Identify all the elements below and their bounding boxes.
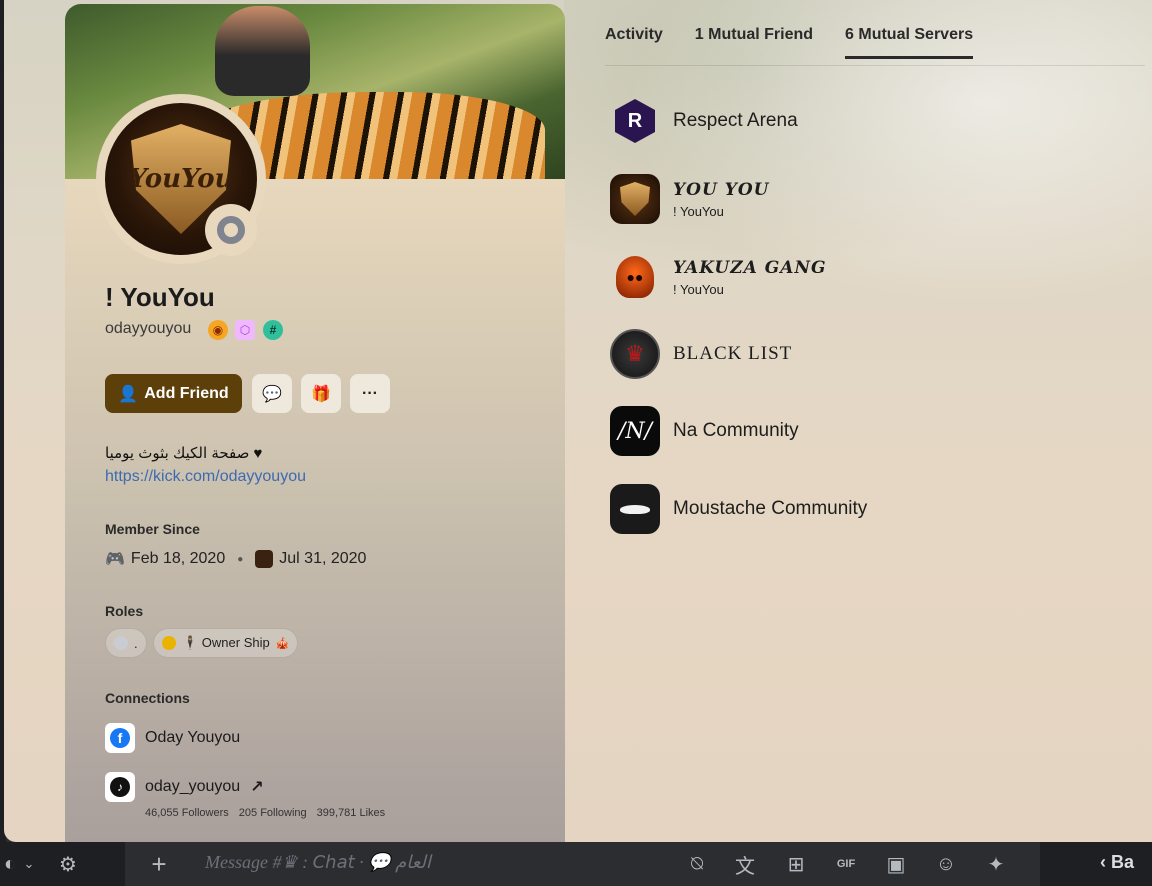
member-since-title: Member Since (105, 521, 200, 537)
server-name: Moustache Community (673, 498, 868, 519)
roles-title: Roles (105, 603, 144, 619)
connection-tiktok[interactable]: ♪ oday_youyou ↗ (105, 772, 264, 802)
profile-card: YouYou ! YouYou odayyouyou ◉ ⬡ # 👤 Add F… (65, 4, 565, 842)
separator-dot: ● (237, 553, 244, 565)
role-color-dot (162, 636, 176, 650)
server-name: YOU YOU (673, 179, 770, 200)
tab-mutual-friends[interactable]: 1 Mutual Friend (695, 26, 813, 58)
bio-link[interactable]: https://kick.com/odayyouyou (105, 468, 306, 486)
connections-title: Connections (105, 690, 190, 706)
offline-status-icon (217, 216, 245, 244)
chat-bubble-icon: 💬 (262, 385, 282, 403)
na-community-icon: /N/ (610, 406, 660, 456)
tab-activity[interactable]: Activity (605, 26, 663, 58)
message-input[interactable]: Message #♛ : 𝘊𝘩𝘢𝘵 · 💬 العام (205, 852, 431, 873)
moustache-icon (610, 484, 660, 534)
username[interactable]: odayyouyou (105, 320, 191, 338)
add-user-icon: 👤 (118, 385, 139, 403)
add-friend-button[interactable]: 👤 Add Friend (105, 374, 242, 413)
tiktok-stats: 46,055 Followers 205 Following 399,781 L… (145, 807, 385, 819)
tiktok-icon: ♪ (105, 772, 135, 802)
status-indicator (205, 204, 257, 256)
server-name: Na Community (673, 420, 799, 441)
bio-text: صفحة الكيك بثوث يوميا ♥ (105, 445, 263, 462)
black-list-icon: ♛ (610, 329, 660, 379)
gift-button[interactable]: 🎁 (301, 374, 341, 413)
discord-since-date: Feb 18, 2020 (130, 550, 226, 567)
hashtag-badge-icon[interactable]: # (263, 320, 283, 340)
display-name: ! YouYou (105, 282, 215, 312)
sticker-icon[interactable]: ▣ (883, 850, 909, 878)
more-options-button[interactable]: ··· (350, 374, 390, 413)
message-button[interactable]: 💬 (252, 374, 292, 413)
boost-badge-icon[interactable]: ⬡ (235, 320, 255, 340)
user-area-icon[interactable]: ◐ (0, 850, 20, 878)
back-label: Ba (1111, 852, 1135, 872)
server-nickname: ! YouYou (673, 203, 724, 219)
you-you-server-icon (610, 174, 660, 224)
apps-icon[interactable]: ✦ (983, 850, 1009, 878)
server-logo-icon (255, 550, 274, 568)
respect-arena-icon: R (610, 96, 660, 146)
facebook-icon: f (105, 723, 135, 753)
settings-gear-icon[interactable]: ⚙ (54, 850, 82, 878)
server-item[interactable]: R Respect Arena (610, 96, 798, 146)
more-dots-icon: ··· (362, 384, 378, 402)
attach-plus-icon[interactable]: + (145, 849, 173, 879)
role-label: 🕴 Owner Ship (182, 635, 270, 650)
role-color-dot (114, 636, 128, 650)
back-button[interactable]: ‹ Ba (1100, 852, 1134, 873)
chevron-down-icon[interactable]: ⌄ (20, 850, 38, 878)
role-emoji-icon: 🎪 (275, 637, 290, 650)
mute-notification-icon[interactable]: ⍉ (684, 850, 710, 878)
server-item[interactable]: ●● YAKUZA GANG ! YouYou (610, 252, 827, 302)
likes-count: 399,781 Likes (316, 807, 386, 819)
yakuza-skull-icon: ●● (610, 252, 660, 302)
tabs-divider (605, 65, 1145, 66)
discord-logo-icon: 🎮 (105, 551, 125, 568)
server-name: YAKUZA GANG (673, 257, 827, 278)
server-name: BLACK LIST (673, 343, 793, 364)
nitro-badge-icon[interactable]: ◉ (208, 320, 228, 340)
banner-person (215, 6, 310, 96)
server-item[interactable]: /N/ Na Community (610, 406, 799, 456)
emoji-icon[interactable]: ☺ (933, 850, 959, 878)
external-link-icon[interactable]: ↗ (250, 777, 263, 797)
role-label: . (134, 635, 138, 651)
connection-facebook[interactable]: f Oday Youyou (105, 723, 240, 753)
server-item[interactable]: Moustache Community (610, 484, 867, 534)
profile-tabs: Activity 1 Mutual Friend 6 Mutual Server… (605, 26, 974, 59)
translate-icon[interactable]: 文 (732, 850, 758, 878)
role-pill[interactable]: . (105, 628, 147, 658)
gif-icon[interactable]: GIF (833, 850, 859, 878)
role-pill[interactable]: 🕴 Owner Ship 🎪 (153, 628, 299, 658)
chevron-left-icon: ‹ (1100, 852, 1111, 872)
server-item[interactable]: ♛ BLACK LIST (610, 329, 792, 379)
avatar-logo-text: YouYou (128, 164, 234, 194)
tab-mutual-servers[interactable]: 6 Mutual Servers (845, 26, 974, 59)
profile-modal: YouYou ! YouYou odayyouyou ◉ ⬡ # 👤 Add F… (4, 0, 1152, 842)
server-item[interactable]: YOU YOU ! YouYou (610, 174, 769, 224)
connection-label: Oday Youyou (145, 729, 241, 746)
add-friend-label: Add Friend (144, 384, 229, 402)
followers-count: 46,055 Followers (145, 807, 229, 819)
server-nickname: ! YouYou (673, 281, 724, 297)
bottom-bar: ◐ ⌄ ⚙ + Message #♛ : 𝘊𝘩𝘢𝘵 · 💬 العام ⍉ 文 … (0, 842, 1152, 886)
connection-label: oday_youyou (145, 778, 241, 795)
member-since-row: 🎮 Feb 18, 2020 ● Jul 31, 2020 (105, 549, 366, 569)
server-since-date: Jul 31, 2020 (279, 550, 367, 567)
gift-icon[interactable]: ⊞ (783, 850, 809, 878)
gift-icon: 🎁 (311, 385, 331, 403)
server-name: Respect Arena (673, 110, 798, 131)
following-count: 205 Following (238, 807, 307, 819)
